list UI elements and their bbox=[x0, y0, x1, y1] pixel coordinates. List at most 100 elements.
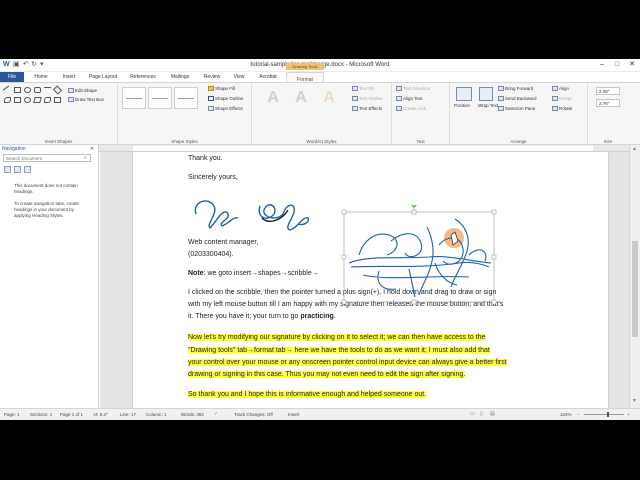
shape-height-field[interactable]: 2.08" bbox=[596, 87, 620, 95]
edit-shape-button[interactable]: Edit Shape bbox=[68, 87, 97, 94]
zoom-in-icon[interactable]: + bbox=[627, 411, 630, 418]
text-fill-button[interactable]: Text Fill bbox=[352, 85, 374, 92]
heart-shape-icon[interactable] bbox=[24, 97, 31, 103]
align-text-button[interactable]: Align Text bbox=[396, 95, 422, 102]
create-link-button[interactable]: Create Link bbox=[396, 105, 426, 112]
navigation-help-message: To create navigation tabs, create headin… bbox=[14, 201, 80, 218]
diamond-shape-icon[interactable] bbox=[52, 85, 63, 95]
wrap-text-icon[interactable] bbox=[479, 87, 493, 101]
view-web-layout-icon[interactable]: ▤ bbox=[490, 411, 495, 418]
tab-acrobat[interactable]: Acrobat bbox=[254, 72, 282, 82]
text-fill-label: Text Fill bbox=[359, 86, 375, 91]
freeform-shape-icon[interactable] bbox=[44, 97, 51, 103]
view-full-screen-icon[interactable]: ▯ bbox=[480, 411, 483, 418]
status-page-of[interactable]: Page 1 of 1 bbox=[60, 411, 83, 418]
navigation-search-input[interactable]: Search Document bbox=[3, 154, 91, 162]
wordart-style-3[interactable]: A bbox=[318, 88, 340, 108]
scroll-thumb[interactable] bbox=[632, 241, 638, 337]
rounded-rect-shape-icon[interactable] bbox=[34, 87, 41, 93]
wordart-style-2[interactable]: A bbox=[290, 88, 312, 108]
status-zoom[interactable]: 124% bbox=[560, 411, 572, 418]
handle-top-left[interactable] bbox=[341, 209, 347, 215]
status-sections[interactable]: Sections: 1 bbox=[30, 411, 52, 418]
star-shape-icon[interactable] bbox=[54, 97, 61, 103]
rotate-label: Rotate bbox=[559, 106, 573, 111]
tab-file[interactable]: File bbox=[0, 72, 24, 82]
tab-references[interactable]: References bbox=[126, 72, 160, 82]
rectangle-shape-icon[interactable] bbox=[14, 87, 21, 93]
wordart-style-1[interactable]: A bbox=[262, 88, 284, 108]
shape-style-1[interactable] bbox=[122, 87, 146, 109]
proofing-icon[interactable]: ✓ bbox=[214, 411, 218, 418]
selection-pane-button[interactable]: Selection Pane bbox=[498, 105, 535, 112]
zoom-out-icon[interactable]: − bbox=[577, 411, 580, 418]
status-insert-mode[interactable]: Insert bbox=[288, 411, 299, 418]
zoom-slider-thumb[interactable] bbox=[607, 412, 609, 417]
handle-bottom-left[interactable] bbox=[341, 299, 347, 305]
oval-shape-icon[interactable] bbox=[24, 87, 31, 93]
status-column[interactable]: Column: 1 bbox=[146, 411, 167, 418]
text-effects-button[interactable]: Text Effects bbox=[352, 105, 382, 112]
shape-effects-button[interactable]: Shape Effects bbox=[208, 105, 243, 112]
wrap-text-label[interactable]: Wrap Text bbox=[478, 102, 498, 109]
browse-pages-icon[interactable] bbox=[14, 166, 21, 173]
status-words[interactable]: Words: 382 bbox=[181, 411, 204, 418]
parallelogram-shape-icon[interactable] bbox=[33, 97, 42, 103]
rotate-button[interactable]: Rotate bbox=[552, 105, 572, 112]
status-at[interactable]: At: 5.4" bbox=[93, 411, 108, 418]
rotation-handle[interactable] bbox=[411, 205, 417, 208]
callout-shape-icon[interactable] bbox=[14, 97, 21, 103]
handle-bottom[interactable] bbox=[411, 299, 417, 305]
send-backward-icon bbox=[498, 96, 504, 101]
word-window: W ▣ ↶ ↻ ▾ tutorial-sampledoc-mailmerge.d… bbox=[0, 59, 640, 420]
shape-width-field[interactable]: 2.76" bbox=[596, 99, 620, 107]
tab-mailings[interactable]: Mailings bbox=[166, 72, 194, 82]
handle-left[interactable] bbox=[341, 254, 347, 260]
scribble-shape[interactable] bbox=[339, 205, 499, 309]
curve-shape-icon[interactable] bbox=[4, 97, 11, 103]
doc-para2-line3-text: your control over your mouse or any onsc… bbox=[188, 359, 507, 366]
draw-text-box-button[interactable]: Draw Text Box bbox=[68, 96, 104, 103]
tab-review[interactable]: Review bbox=[200, 72, 224, 82]
scroll-up-icon[interactable]: ▲ bbox=[632, 146, 637, 152]
position-label[interactable]: Position bbox=[454, 102, 470, 109]
tab-home[interactable]: Home bbox=[30, 72, 52, 82]
handle-bottom-right[interactable] bbox=[491, 299, 497, 305]
bring-forward-button[interactable]: Bring Forward bbox=[498, 85, 533, 92]
close-pane-icon[interactable]: ✕ bbox=[90, 146, 94, 152]
minimize-button[interactable]: – bbox=[595, 59, 609, 71]
shape-outline-button[interactable]: Shape Outline bbox=[208, 95, 244, 102]
align-button[interactable]: Align bbox=[552, 85, 569, 92]
shape-style-3[interactable] bbox=[174, 87, 198, 109]
status-track-changes[interactable]: Track Changes: Off bbox=[234, 411, 273, 418]
vertical-scrollbar[interactable]: ▲ ▼ bbox=[629, 145, 640, 408]
tab-insert[interactable]: Insert bbox=[58, 72, 80, 82]
text-direction-button[interactable]: Text Direction bbox=[396, 85, 430, 92]
shape-style-2[interactable] bbox=[148, 87, 172, 109]
browse-results-icon[interactable] bbox=[24, 166, 31, 173]
browse-headings-icon[interactable] bbox=[4, 166, 11, 173]
arrow-shape-icon[interactable] bbox=[44, 87, 51, 93]
status-page[interactable]: Page: 1 bbox=[4, 411, 20, 418]
tab-view[interactable]: View bbox=[228, 72, 250, 82]
text-outline-button[interactable]: Text Outline bbox=[352, 95, 383, 102]
tab-format[interactable]: Format bbox=[286, 72, 324, 83]
shape-fill-button[interactable]: Shape Fill bbox=[208, 85, 235, 92]
tab-page-layout[interactable]: Page Layout bbox=[86, 72, 120, 82]
handle-top[interactable] bbox=[411, 209, 417, 215]
maximize-button[interactable]: □ bbox=[610, 59, 624, 71]
scroll-down-icon[interactable]: ▼ bbox=[632, 398, 637, 404]
horizontal-ruler[interactable] bbox=[99, 145, 629, 152]
zoom-slider[interactable] bbox=[584, 414, 624, 415]
close-button[interactable]: ✕ bbox=[625, 59, 639, 71]
status-line[interactable]: Line: 17 bbox=[120, 411, 136, 418]
position-icon[interactable] bbox=[456, 87, 472, 101]
line-shape-icon[interactable] bbox=[2, 85, 13, 95]
document-page[interactable]: Thank you. Sincerely yours, Web content … bbox=[133, 152, 608, 408]
handle-top-right[interactable] bbox=[491, 209, 497, 215]
handle-right[interactable] bbox=[491, 254, 497, 260]
send-backward-button[interactable]: Send Backward bbox=[498, 95, 537, 102]
group-button[interactable]: Group bbox=[552, 95, 572, 102]
search-icon[interactable]: ⌕ bbox=[84, 155, 87, 161]
view-print-layout-icon[interactable]: ▭ bbox=[470, 411, 475, 418]
